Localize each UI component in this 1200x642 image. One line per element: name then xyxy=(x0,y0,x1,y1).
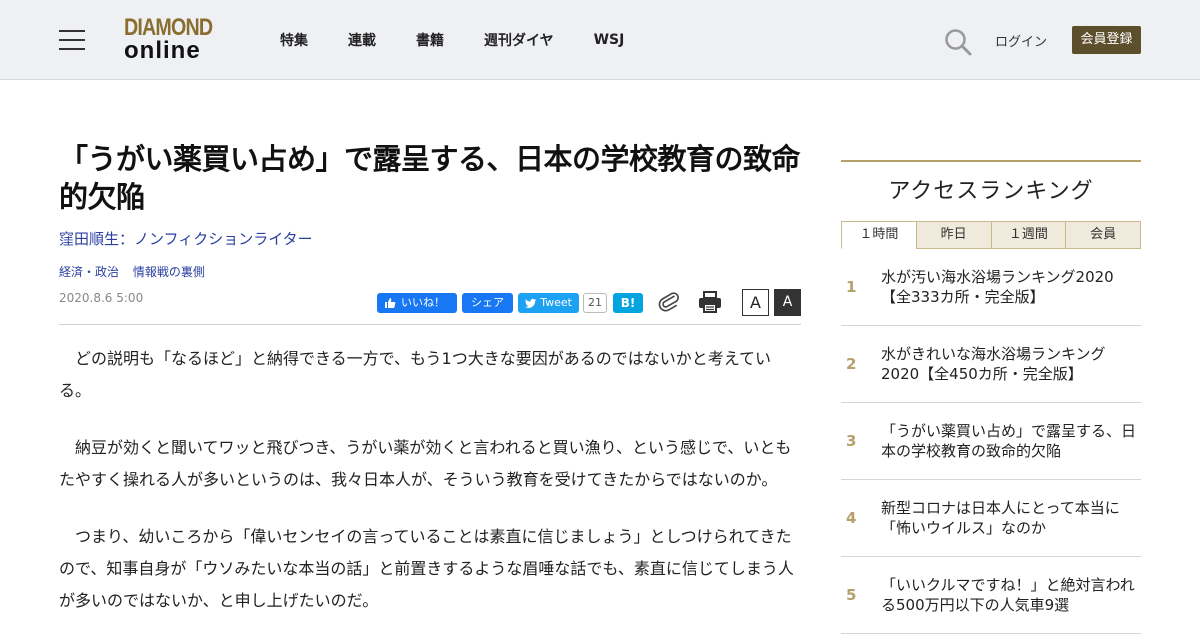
main-nav: 特集 連載 書籍 週刊ダイヤ WSJ xyxy=(280,0,664,80)
divider xyxy=(59,324,801,325)
rank-number: 4 xyxy=(846,509,857,527)
publish-date: 2020.8.6 5:00 xyxy=(59,291,144,305)
rank-title: 「いいクルマですね！」と絶対言われる500万円以下の人気車9選 xyxy=(881,576,1135,614)
rank-title: 水がきれいな海水浴場ランキング2020【全450カ所・完全版】 xyxy=(881,345,1106,383)
menu-icon[interactable] xyxy=(59,30,85,50)
hatena-bookmark-button[interactable]: B! xyxy=(613,293,643,313)
ranking-item[interactable]: 4 新型コロナは日本人にとって本当に「怖いウイルス」なのか xyxy=(841,480,1141,557)
logo-text-bottom: online xyxy=(124,37,201,64)
article-body: どの説明も「なるほど」と納得できる一方で、もう1つ大きな要因があるのではないかと… xyxy=(59,343,801,642)
ranking-item[interactable]: 5 「いいクルマですね！」と絶対言われる500万円以下の人気車9選 xyxy=(841,557,1141,634)
article-title: 「うがい薬買い占め」で露呈する、日本の学校教育の致命的欠陥 xyxy=(59,142,801,214)
author-link[interactable]: 窪田順生：ノンフィクションライター xyxy=(59,228,313,249)
tab-yesterday[interactable]: 昨日 xyxy=(915,221,992,249)
thumbs-up-icon xyxy=(385,298,396,308)
font-size-large-button[interactable]: A xyxy=(774,289,801,316)
login-link[interactable]: ログイン xyxy=(995,31,1047,50)
register-button[interactable]: 会員登録 xyxy=(1072,26,1141,54)
rank-title: 「うがい薬買い占め」で露呈する、日本の学校教育の致命的欠陥 xyxy=(881,422,1137,460)
nav-item-wsj[interactable]: WSJ xyxy=(594,32,625,48)
sidebar-title: アクセスランキング xyxy=(888,179,1094,204)
tweet-label: Tweet xyxy=(540,296,572,309)
rank-number: 3 xyxy=(846,432,857,450)
ranking-tabs: １時間 昨日 １週間 会員 xyxy=(841,221,1141,249)
article-paragraph: つまり、幼いころから「偉いセンセイの言っていることは素直に信じましょう」としつけ… xyxy=(59,527,794,610)
category-links: 経済・政治 情報戦の裏側 xyxy=(59,263,215,280)
article-paragraph: どの説明も「なるほど」と納得できる一方で、もう1つ大きな要因があるのではないかと… xyxy=(59,349,771,400)
tweet-button[interactable]: Tweet xyxy=(518,293,579,313)
search-icon[interactable] xyxy=(944,28,972,56)
ranking-item[interactable]: 2 水がきれいな海水浴場ランキング2020【全450カ所・完全版】 xyxy=(841,326,1141,403)
sidebar-top-rule xyxy=(841,160,1141,162)
nav-item-shoseki[interactable]: 書籍 xyxy=(416,30,444,50)
category-link-economy-politics[interactable]: 経済・政治 xyxy=(59,265,119,279)
nav-item-rensai[interactable]: 連載 xyxy=(348,30,376,50)
rank-number: 2 xyxy=(846,355,857,373)
ranking-item[interactable]: 3 「うがい薬買い占め」で露呈する、日本の学校教育の致命的欠陥 xyxy=(841,403,1141,480)
site-header: DIAMOND online 特集 連載 書籍 週刊ダイヤ WSJ ログイン 会… xyxy=(0,0,1200,80)
tab-members[interactable]: 会員 xyxy=(1065,221,1141,249)
site-logo[interactable]: DIAMOND online xyxy=(124,15,228,65)
share-bar: いいね！ シェア Tweet 21 B! xyxy=(377,293,648,313)
nav-item-tokushu[interactable]: 特集 xyxy=(280,30,308,50)
facebook-like-button[interactable]: いいね！ xyxy=(377,293,457,313)
rank-title: 新型コロナは日本人にとって本当に「怖いウイルス」なのか xyxy=(881,499,1120,537)
font-size-small-button[interactable]: A xyxy=(742,289,769,316)
rank-title: 水が汚い海水浴場ランキング2020【全333カ所・完全版】 xyxy=(881,268,1114,306)
ranking-item[interactable]: 1 水が汚い海水浴場ランキング2020【全333カ所・完全版】 xyxy=(841,249,1141,326)
tweet-count: 21 xyxy=(583,293,607,313)
twitter-bird-icon xyxy=(525,298,537,308)
category-link-series[interactable]: 情報戦の裏側 xyxy=(133,265,205,279)
tab-1-week[interactable]: １週間 xyxy=(990,221,1067,249)
rank-number: 5 xyxy=(846,586,857,604)
tab-1-hour[interactable]: １時間 xyxy=(841,221,917,249)
rank-number: 1 xyxy=(846,278,857,296)
facebook-like-label: いいね！ xyxy=(401,296,445,309)
paperclip-icon[interactable] xyxy=(658,291,682,313)
print-icon[interactable] xyxy=(698,290,722,314)
facebook-share-button[interactable]: シェア xyxy=(462,293,513,313)
article-paragraph: 納豆が効くと聞いてワッと飛びつき、うがい薬が効くと言われると買い漁り、という感じ… xyxy=(59,438,792,489)
access-ranking-sidebar: アクセスランキング １時間 昨日 １週間 会員 1 水が汚い海水浴場ランキング2… xyxy=(841,160,1141,634)
nav-item-weekly-diamond[interactable]: 週刊ダイヤ xyxy=(484,30,554,50)
